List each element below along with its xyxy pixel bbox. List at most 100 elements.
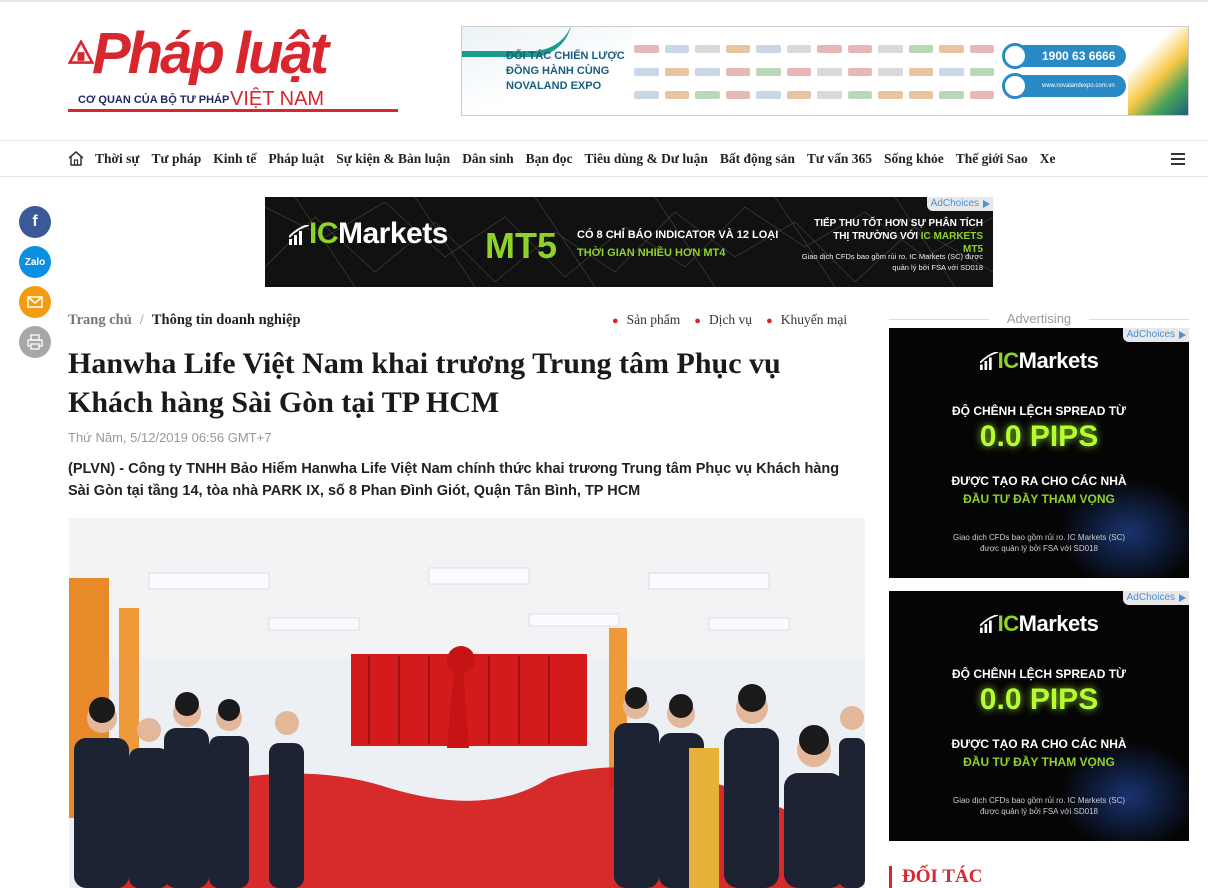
zalo-icon: Zalo [24, 256, 46, 268]
partner-logo [695, 44, 720, 53]
site-logo[interactable]: Pháp luật CƠ QUAN CỦA BỘ TƯ PHÁP VIỆT NA… [68, 21, 404, 116]
tag-khuyen-mai[interactable]: ● Khuyến mại [766, 312, 847, 328]
banner-line2: ĐỒNG HÀNH CÙNG [506, 65, 610, 77]
sidebar-ad-2[interactable]: AdChoices ICMarkets ĐỘ CHÊNH LỆCH SPREAD… [889, 591, 1189, 841]
nav-item-xe[interactable]: Xe [1040, 151, 1056, 167]
partner-logo [847, 44, 872, 53]
breadcrumb-home[interactable]: Trang chủ [68, 312, 132, 328]
nav-item-dan-sinh[interactable]: Dân sinh [462, 151, 513, 167]
nav-item-su-kien[interactable]: Sự kiện & Bàn luận [336, 151, 450, 167]
partner-logo [908, 44, 933, 53]
logo-country: VIỆT NAM [230, 88, 325, 110]
print-icon [27, 334, 43, 350]
ad-spread-text: ĐỘ CHÊNH LỆCH SPREAD TỪ [952, 404, 1126, 418]
logo-markets: Markets [1018, 611, 1099, 636]
icmarkets-logo: ICMarkets [889, 611, 1189, 637]
partner-logo [664, 67, 689, 76]
tag-dich-vu[interactable]: ● Dịch vụ [694, 312, 752, 328]
nav-item-thoi-su[interactable]: Thời sự [95, 151, 139, 167]
partner-logo [939, 67, 964, 76]
chart-bars-icon [979, 614, 998, 633]
ad-line1: CÓ 8 CHỈ BÁO INDICATOR VÀ 12 LOẠI [577, 229, 779, 241]
tag-label: Khuyến mại [780, 312, 848, 327]
partner-logo [695, 91, 720, 100]
zalo-share-button[interactable]: Zalo [19, 246, 51, 278]
main-nav: Thời sự Tư pháp Kinh tế Pháp luật Sự kiệ… [0, 140, 1208, 177]
tag-san-pham[interactable]: ● Sản phẩm [612, 312, 680, 328]
logo-ic: IC [997, 611, 1020, 636]
phone-icon [1002, 43, 1028, 69]
article-date: Thứ Năm, 5/12/2019 06:56 GMT+7 [68, 430, 272, 445]
adchoices-badge[interactable]: AdChoices [1122, 591, 1189, 605]
breadcrumb: Trang chủ / Thông tin doanh nghiệp [68, 312, 301, 329]
nav-item-the-gioi-sao[interactable]: Thế giới Sao [956, 151, 1028, 167]
sidebar-ad-1[interactable]: AdChoices ICMarkets ĐỘ CHÊNH LỆCH SPREAD… [889, 328, 1189, 578]
logo-markets: Markets [1018, 348, 1099, 373]
nav-item-bat-dong-san[interactable]: Bất động sản [720, 151, 795, 167]
article-photo[interactable] [69, 518, 865, 888]
nav-item-tu-van-365[interactable]: Tư vấn 365 [807, 151, 872, 167]
partner-logo [878, 44, 903, 53]
partner-logo-grid [634, 39, 994, 105]
ad-right-line2a: THỊ TRƯỜNG VỚI [833, 231, 921, 242]
ad-tagline2: ĐẦU TƯ ĐẦY THAM VỌNG [963, 755, 1115, 769]
facebook-share-button[interactable]: f [19, 206, 51, 238]
partner-logo [664, 91, 689, 100]
partner-logo [817, 67, 842, 76]
partner-logo [969, 91, 994, 100]
ad-spread-text: ĐỘ CHÊNH LỆCH SPREAD TỪ [952, 667, 1126, 681]
partner-logo [847, 67, 872, 76]
hamburger-menu-icon[interactable] [1171, 153, 1185, 165]
logo-text: Pháp luật [92, 21, 329, 86]
nav-item-phap-luat[interactable]: Pháp luật [268, 151, 324, 167]
logo-subtitle: CƠ QUAN CỦA BỘ TƯ PHÁP [78, 94, 230, 106]
partner-heading: ĐỐI TÁC [889, 866, 982, 888]
partner-logo [969, 67, 994, 76]
advertising-label: Advertising [889, 311, 1189, 326]
ad-pips: 0.0 PIPS [979, 420, 1099, 453]
partner-logo [939, 44, 964, 53]
banner-headline: ĐỐI TÁC CHIẾN LƯỢC ĐỒNG HÀNH CÙNG NOVALA… [506, 49, 625, 94]
bullet-icon: ● [612, 315, 619, 327]
partner-logo [634, 44, 659, 53]
home-icon[interactable] [68, 151, 84, 166]
print-button[interactable] [19, 326, 51, 358]
icmarkets-logo: ICMarkets [889, 348, 1189, 374]
partner-logo [878, 91, 903, 100]
adchoices-badge[interactable]: AdChoices [926, 197, 993, 211]
chart-bars-icon [979, 351, 998, 370]
facebook-icon: f [32, 213, 38, 230]
nav-item-tieu-dung[interactable]: Tiêu dùng & Dư luận [584, 151, 707, 167]
partner-logo [939, 91, 964, 100]
partner-logo [664, 44, 689, 53]
ribbon-cutting-image [69, 518, 865, 888]
bullet-icon: ● [766, 315, 773, 327]
ad-tagline1: ĐƯỢC TẠO RA CHO CÁC NHÀ [951, 474, 1127, 488]
leaderboard-ad[interactable]: AdChoices ICMarkets MT5 CÓ 8 CHỈ BÁO IND… [265, 197, 993, 287]
bullet-icon: ● [694, 315, 701, 327]
nav-item-ban-doc[interactable]: Bạn đọc [526, 151, 573, 167]
mail-share-button[interactable] [19, 286, 51, 318]
top-banner-ad[interactable]: ĐỐI TÁC CHIẾN LƯỢC ĐỒNG HÀNH CÙNG NOVALA… [461, 26, 1189, 116]
mt5-label: MT5 [485, 225, 557, 266]
partner-logo [725, 91, 750, 100]
nav-item-tu-phap[interactable]: Tư pháp [151, 151, 201, 167]
breadcrumb-separator: / [139, 312, 144, 328]
banner-line3: NOVALAND EXPO [506, 80, 602, 92]
nav-item-song-khoe[interactable]: Sống khỏe [884, 151, 944, 167]
breadcrumb-current[interactable]: Thông tin doanh nghiệp [152, 312, 301, 328]
category-tags: ● Sản phẩm ● Dịch vụ ● Khuyến mại [612, 312, 861, 328]
partner-logo [756, 44, 781, 53]
top-border [0, 0, 1208, 2]
partner-logo [786, 67, 811, 76]
tag-label: Dịch vụ [708, 312, 753, 327]
partner-logo [786, 44, 811, 53]
ad-pips: 0.0 PIPS [979, 683, 1099, 716]
partner-logo [908, 91, 933, 100]
nav-item-kinh-te[interactable]: Kinh tế [213, 151, 256, 167]
nav-items: Thời sự Tư pháp Kinh tế Pháp luật Sự kiệ… [95, 141, 1067, 176]
logo-markets: Markets [338, 217, 448, 250]
adchoices-badge[interactable]: AdChoices [1122, 328, 1189, 342]
partner-logo [756, 67, 781, 76]
partner-logo [634, 91, 659, 100]
